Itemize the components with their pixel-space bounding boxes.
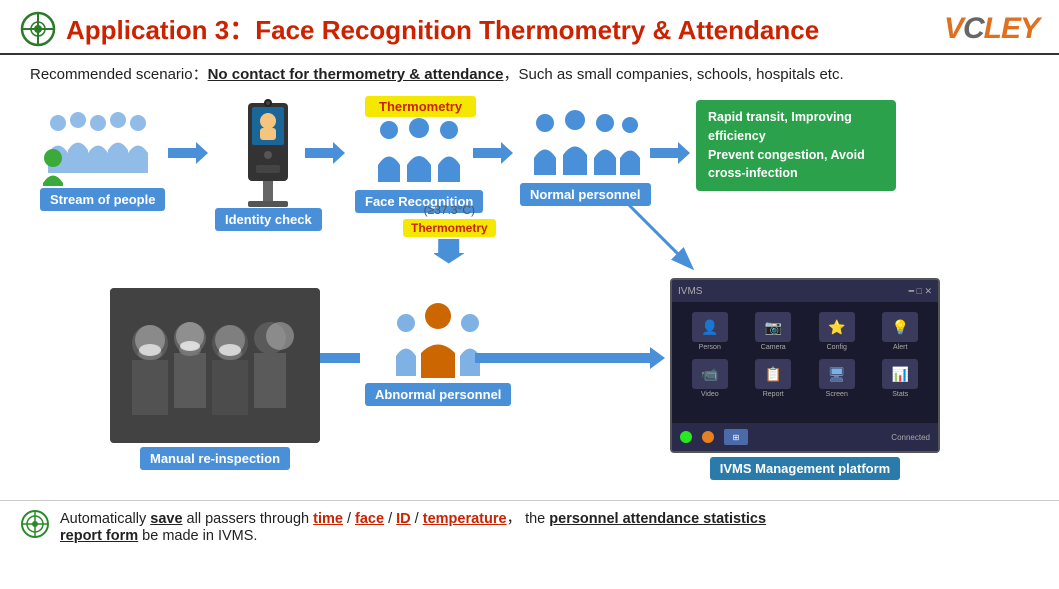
scenario-line: Recommended scenario：No contact for ther… (0, 55, 1059, 88)
normal-personnel-group: Normal personnel (520, 103, 651, 206)
footer-suffix: be made in IVMS. (138, 528, 257, 544)
crowd-svg (110, 288, 320, 443)
green-line2: Prevent congestion, Avoid cross-infectio… (708, 146, 884, 184)
ivms-bottom-bar: ⊞ Connected (672, 423, 938, 451)
arrow2 (305, 138, 345, 173)
device-svg (228, 93, 308, 208)
ivms-titlebar: IVMS ━ □ ✕ (672, 280, 938, 302)
footer-face: face (355, 511, 384, 527)
identity-label: Identity check (215, 208, 322, 231)
arrow1 (168, 138, 208, 173)
ivms-icon-item: 👤 Person (682, 312, 738, 351)
status-orange-dot (702, 431, 714, 443)
footer-mid1: all passers through (183, 511, 314, 527)
footer-comma: ， the (507, 511, 550, 527)
scenario-label: Recommended scenario： (30, 66, 208, 83)
footer-id: ID (396, 511, 411, 527)
footer-temperature: temperature (423, 511, 507, 527)
title-prefix: Application 3：Face Recognition Thermomet… (66, 15, 678, 45)
down-arrow-group: (≥37.3°C) Thermometry (403, 203, 496, 274)
ivms-icons-grid: 👤 Person 📷 Camera ⭐ Config 💡 Alert 📹 (672, 302, 938, 408)
ivms-icon-item: ⭐ Config (809, 312, 865, 351)
diagram-container: Stream of people Identity check (10, 88, 1049, 498)
footer-time: time (313, 511, 343, 527)
ivms-icon-item: 📷 Camera (746, 312, 802, 351)
ivms-icon-item: 📊 Stats (873, 359, 929, 398)
scenario-highlight: No contact for thermometry & attendance (208, 66, 504, 83)
crowd-photo (110, 288, 320, 443)
abnormal-people-svg (388, 298, 488, 383)
photo-group: Manual re-inspection (110, 288, 320, 470)
scenario-rest: ，Such as small companies, schools, hospi… (503, 66, 843, 83)
right-arrow (475, 343, 665, 378)
footer-slash2: / (384, 511, 396, 527)
footer-newline: report form (60, 528, 138, 544)
temp-condition: (≥37.3°C) (424, 203, 475, 217)
ivms-group: IVMS ━ □ ✕ 👤 Person 📷 Camera ⭐ Config 💡 (670, 278, 940, 480)
footer-text: Automatically save all passers through t… (60, 507, 766, 544)
app-icon (20, 11, 56, 47)
footer-prefix: Automatically (60, 511, 150, 527)
diag-arrow (620, 196, 700, 281)
arrow3 (473, 138, 513, 173)
ivms-icon-item: 🖥 Screen (809, 359, 865, 398)
ivms-title: IVMS (678, 286, 702, 297)
ivms-icon-item: 💡 Alert (873, 312, 929, 351)
abnormal-personnel-label: Abnormal personnel (365, 383, 511, 406)
title-highlight: Attendance (678, 15, 820, 45)
footer-stats: personnel attendance statistics (549, 511, 766, 527)
page-title: Application 3：Face Recognition Thermomet… (66, 10, 819, 47)
ivms-icon-item: 📹 Video (682, 359, 738, 398)
footer-slash3: / (411, 511, 423, 527)
arrow4 (650, 138, 690, 173)
status-green-dot (680, 431, 692, 443)
face-recognition-group: Face Recognition (355, 110, 483, 213)
footer-save: save (150, 511, 182, 527)
normal-people-svg (525, 103, 645, 183)
footer: Automatically save all passers through t… (0, 500, 1059, 544)
face-recognition-people-svg (364, 110, 474, 190)
stream-label: Stream of people (40, 188, 165, 211)
logo: VCLEY (944, 12, 1039, 46)
green-line1: Rapid transit, Improving efficiency (708, 108, 884, 146)
manual-reinspection-label: Manual re-inspection (140, 447, 290, 470)
header: Application 3：Face Recognition Thermomet… (0, 0, 1059, 55)
footer-icon (20, 509, 50, 539)
ivms-screen: IVMS ━ □ ✕ 👤 Person 📷 Camera ⭐ Config 💡 (670, 278, 940, 453)
thermometry-badge2: Thermometry (403, 219, 496, 237)
ivms-platform-label: IVMS Management platform (710, 457, 900, 480)
stream-group: Stream of people (40, 98, 165, 211)
footer-slash1: / (343, 511, 355, 527)
ivms-icon-item: 📋 Report (746, 359, 802, 398)
green-result-box: Rapid transit, Improving efficiency Prev… (696, 100, 896, 191)
stream-people-svg (43, 98, 163, 188)
